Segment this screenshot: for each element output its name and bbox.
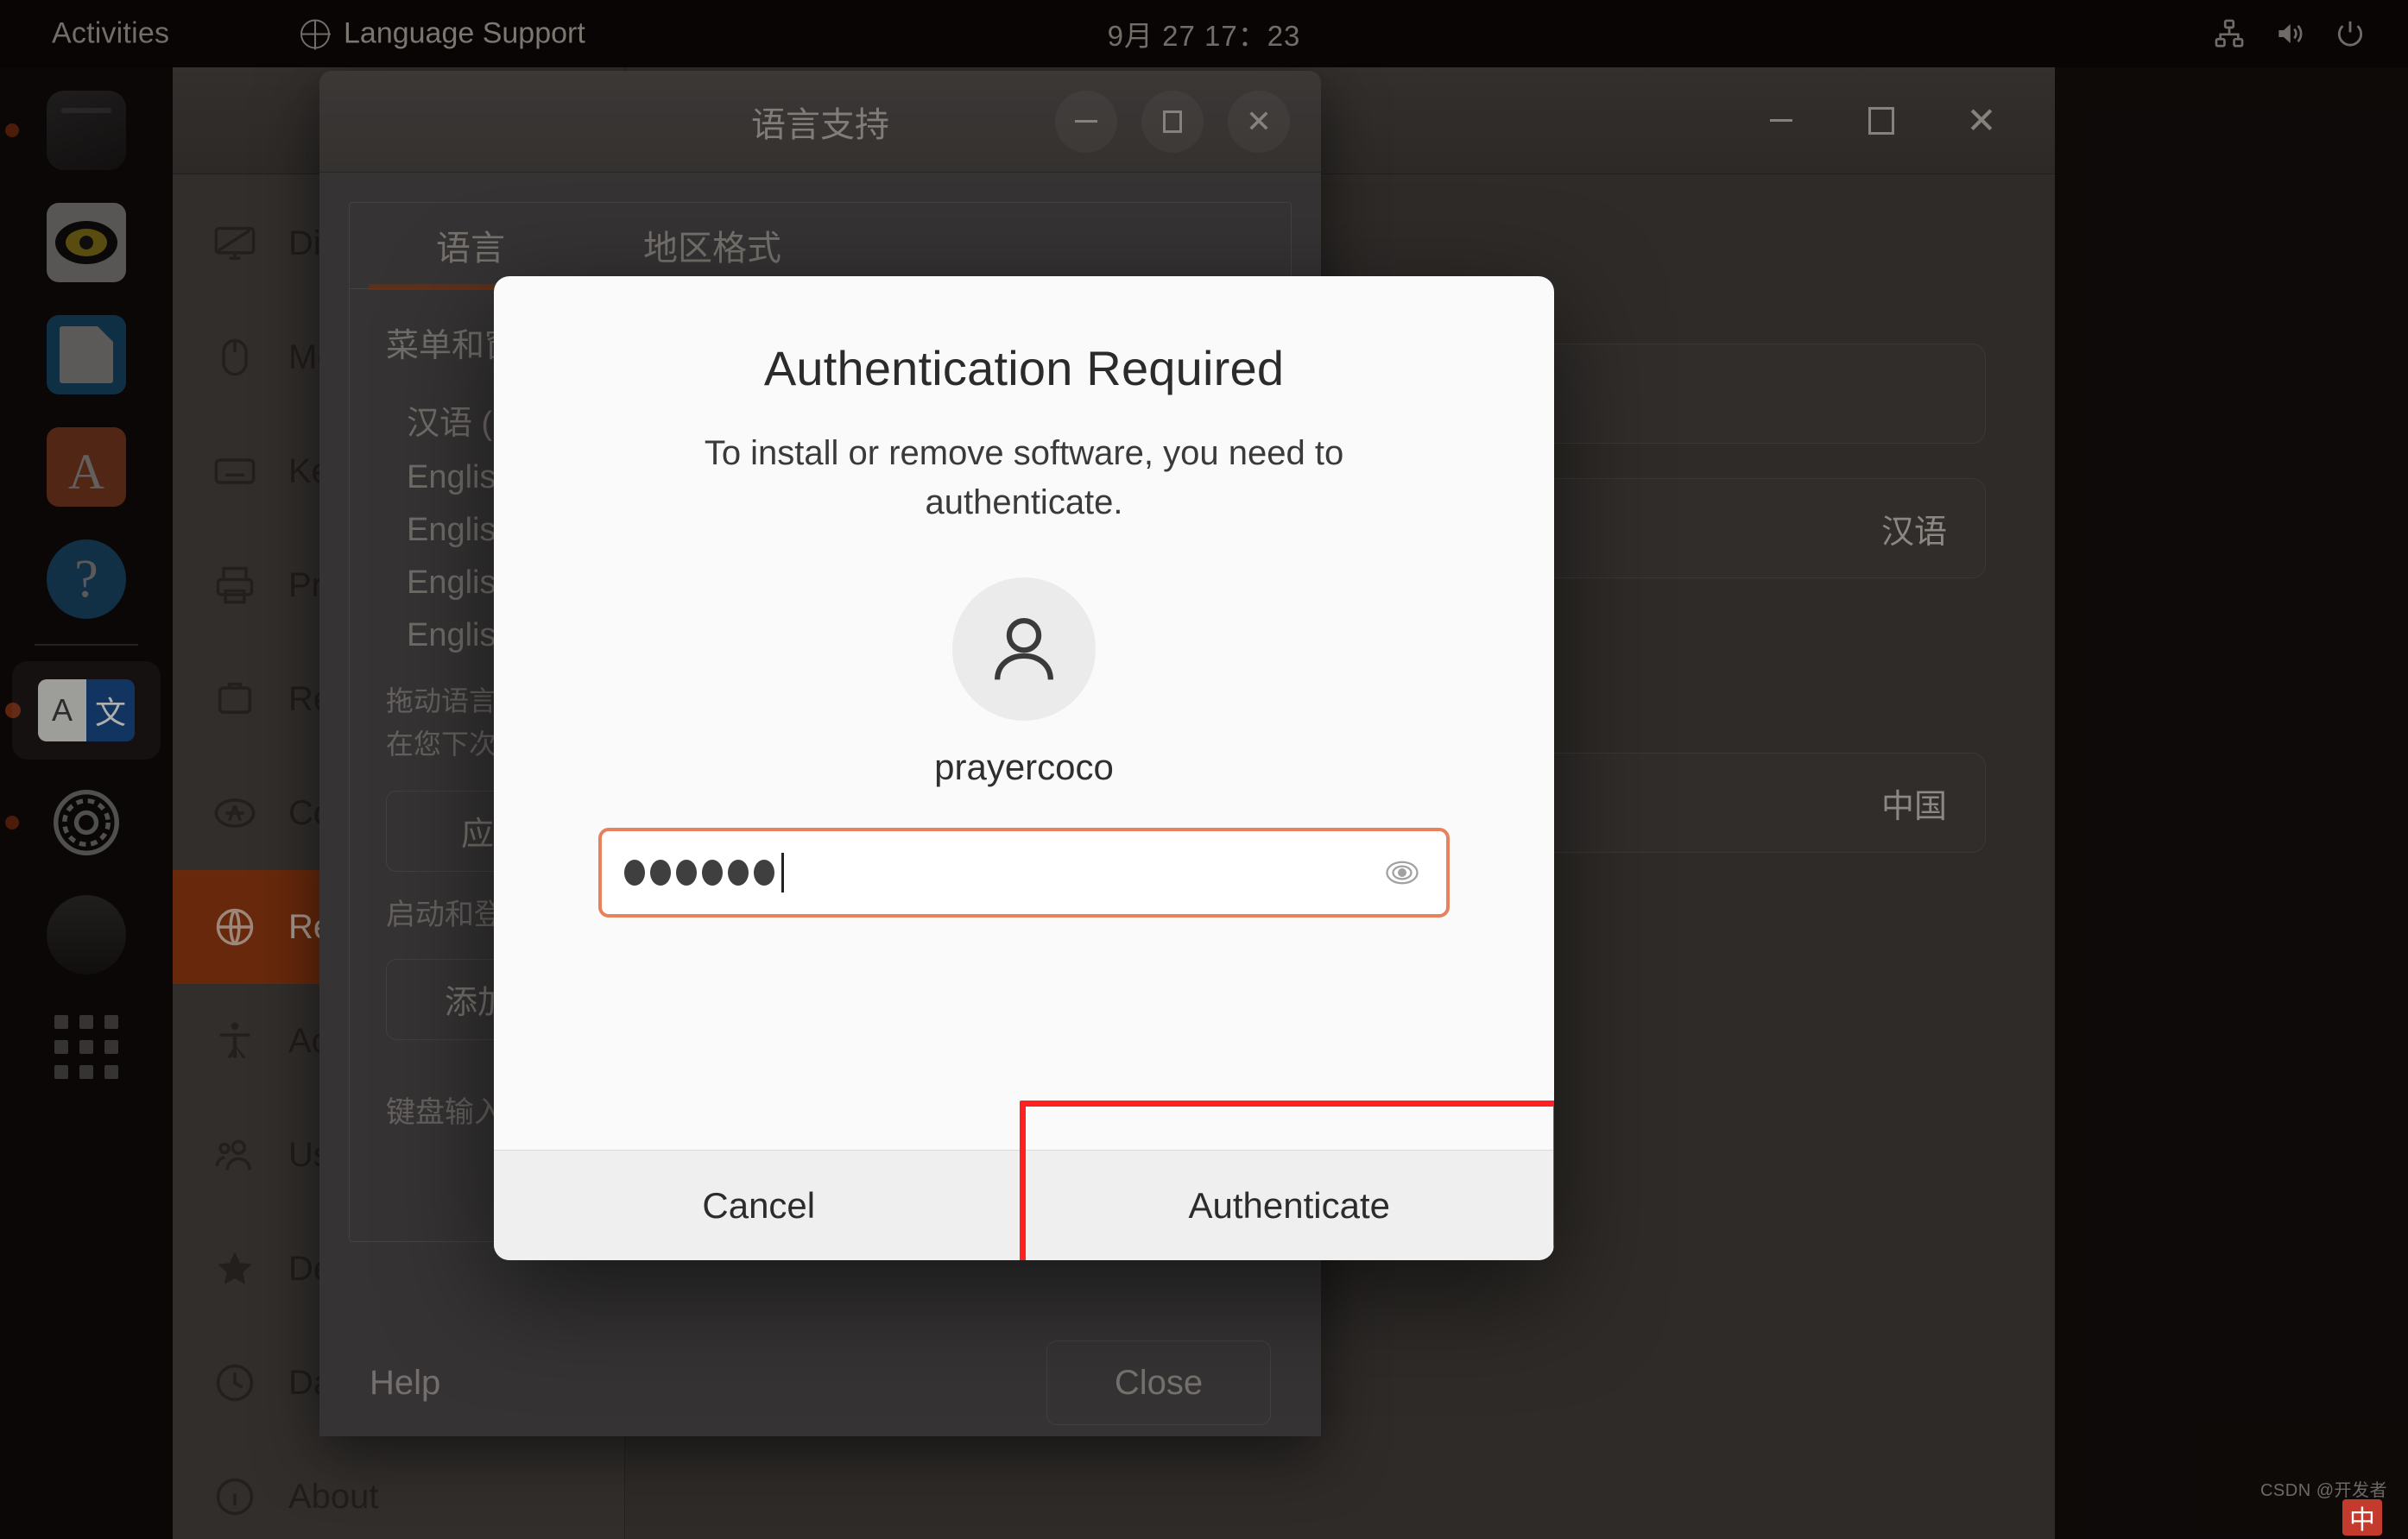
minimize-button[interactable]	[1055, 90, 1117, 153]
auth-dialog-title: Authentication Required	[763, 341, 1285, 395]
dock-item-disc[interactable]	[0, 879, 173, 991]
power-icon	[2337, 21, 2363, 47]
rhythmbox-icon	[47, 203, 126, 282]
disc-icon	[47, 895, 126, 974]
clock-icon	[216, 1364, 254, 1402]
activities-button[interactable]: Activities	[52, 17, 169, 51]
dock-item-settings[interactable]	[0, 766, 173, 879]
auth-dialog-message: To install or remove software, you need …	[704, 434, 1344, 521]
clock[interactable]: 9月 27 17：23	[1108, 13, 1301, 54]
password-masked-value	[624, 859, 774, 886]
watermark-text: CSDN @开发者	[2259, 1481, 2387, 1500]
close-button[interactable]: ✕	[1955, 94, 2008, 148]
sidebar-label: About	[288, 1477, 379, 1516]
auth-dialog-body: Authentication Required To install or re…	[494, 276, 1554, 1150]
tab-regional-formats[interactable]: 地区格式	[591, 203, 833, 288]
keyboard-icon	[214, 458, 256, 484]
language-window-title: 语言支持	[751, 105, 889, 144]
active-app-name: Language Support	[344, 16, 585, 50]
glyph-a: A	[38, 679, 86, 741]
language-window-controls: ✕	[1055, 90, 1290, 153]
mouse-icon	[222, 338, 248, 376]
formats-value: 中国	[1880, 788, 1947, 825]
globe-icon	[216, 908, 254, 946]
dock-item-libreoffice-writer[interactable]	[0, 299, 173, 411]
globe-icon	[300, 19, 330, 48]
star-icon	[218, 1252, 252, 1284]
dock-item-language-support[interactable]: A 文	[0, 654, 173, 766]
auth-dialog-actions: Cancel Authenticate	[494, 1101, 1555, 1260]
network-icon	[2215, 19, 2244, 47]
dock-item-firefox[interactable]	[0, 74, 173, 186]
authentication-dialog: Authentication Required To install or re…	[494, 276, 1554, 1260]
help-button[interactable]: Help	[370, 1364, 440, 1403]
maximize-button[interactable]	[1141, 90, 1204, 153]
language-value: 汉语	[1880, 514, 1947, 551]
language-titlebar: 语言支持 ✕	[319, 71, 1321, 173]
dock-divider	[35, 644, 138, 646]
authenticate-button-wrapper: Authenticate	[1019, 1101, 1555, 1260]
users-icon	[215, 1139, 252, 1170]
ime-badge: 中	[2342, 1499, 2382, 1536]
auth-username: prayercoco	[934, 746, 1114, 787]
removable-icon	[218, 682, 252, 714]
firefox-icon	[47, 91, 126, 170]
dock-item-rhythmbox[interactable]	[0, 186, 173, 299]
maximize-button[interactable]	[1855, 94, 1908, 148]
accessibility-icon	[219, 1022, 250, 1058]
ubuntu-software-icon	[47, 427, 126, 507]
libreoffice-writer-icon	[47, 315, 126, 394]
avatar	[952, 577, 1096, 721]
color-icon	[214, 798, 256, 828]
authenticate-button[interactable]: Authenticate	[1025, 1151, 1555, 1260]
eye-icon[interactable]	[1384, 855, 1420, 891]
printer-icon	[216, 566, 254, 604]
sidebar-item-about[interactable]: About	[173, 1440, 624, 1539]
user-avatar-icon	[995, 617, 1053, 680]
launcher-dock: ? A 文	[0, 67, 173, 1539]
active-app-menu[interactable]: Language Support	[300, 17, 585, 51]
dock-item-help[interactable]: ?	[0, 523, 173, 635]
gear-icon	[47, 783, 126, 862]
tab-language[interactable]: 语言	[350, 203, 591, 290]
glyph-wen: 文	[86, 679, 135, 741]
language-footer: Help Close	[319, 1329, 1321, 1436]
app-grid-icon	[54, 1015, 118, 1079]
password-input[interactable]	[598, 827, 1450, 918]
top-bar: Activities Language Support 9月 27 17：23	[0, 0, 2408, 67]
close-button[interactable]: ✕	[1228, 90, 1290, 153]
language-support-icon: A 文	[38, 679, 135, 741]
volume-icon	[2278, 23, 2303, 44]
info-icon	[216, 1478, 254, 1516]
help-icon: ?	[47, 539, 126, 619]
minimize-button[interactable]	[1754, 94, 1808, 148]
status-area[interactable]	[2213, 17, 2367, 50]
desktop-screen: Region & Language ✕ Displays Mouse & Tou…	[0, 0, 2408, 1539]
close-window-button[interactable]: Close	[1046, 1340, 1271, 1425]
text-caret	[781, 852, 784, 892]
display-icon	[214, 226, 256, 261]
settings-window-controls: ✕	[1754, 94, 2055, 148]
dock-item-ubuntu-software[interactable]	[0, 411, 173, 523]
cancel-button[interactable]: Cancel	[494, 1151, 1025, 1260]
dock-item-show-applications[interactable]	[0, 991, 173, 1103]
